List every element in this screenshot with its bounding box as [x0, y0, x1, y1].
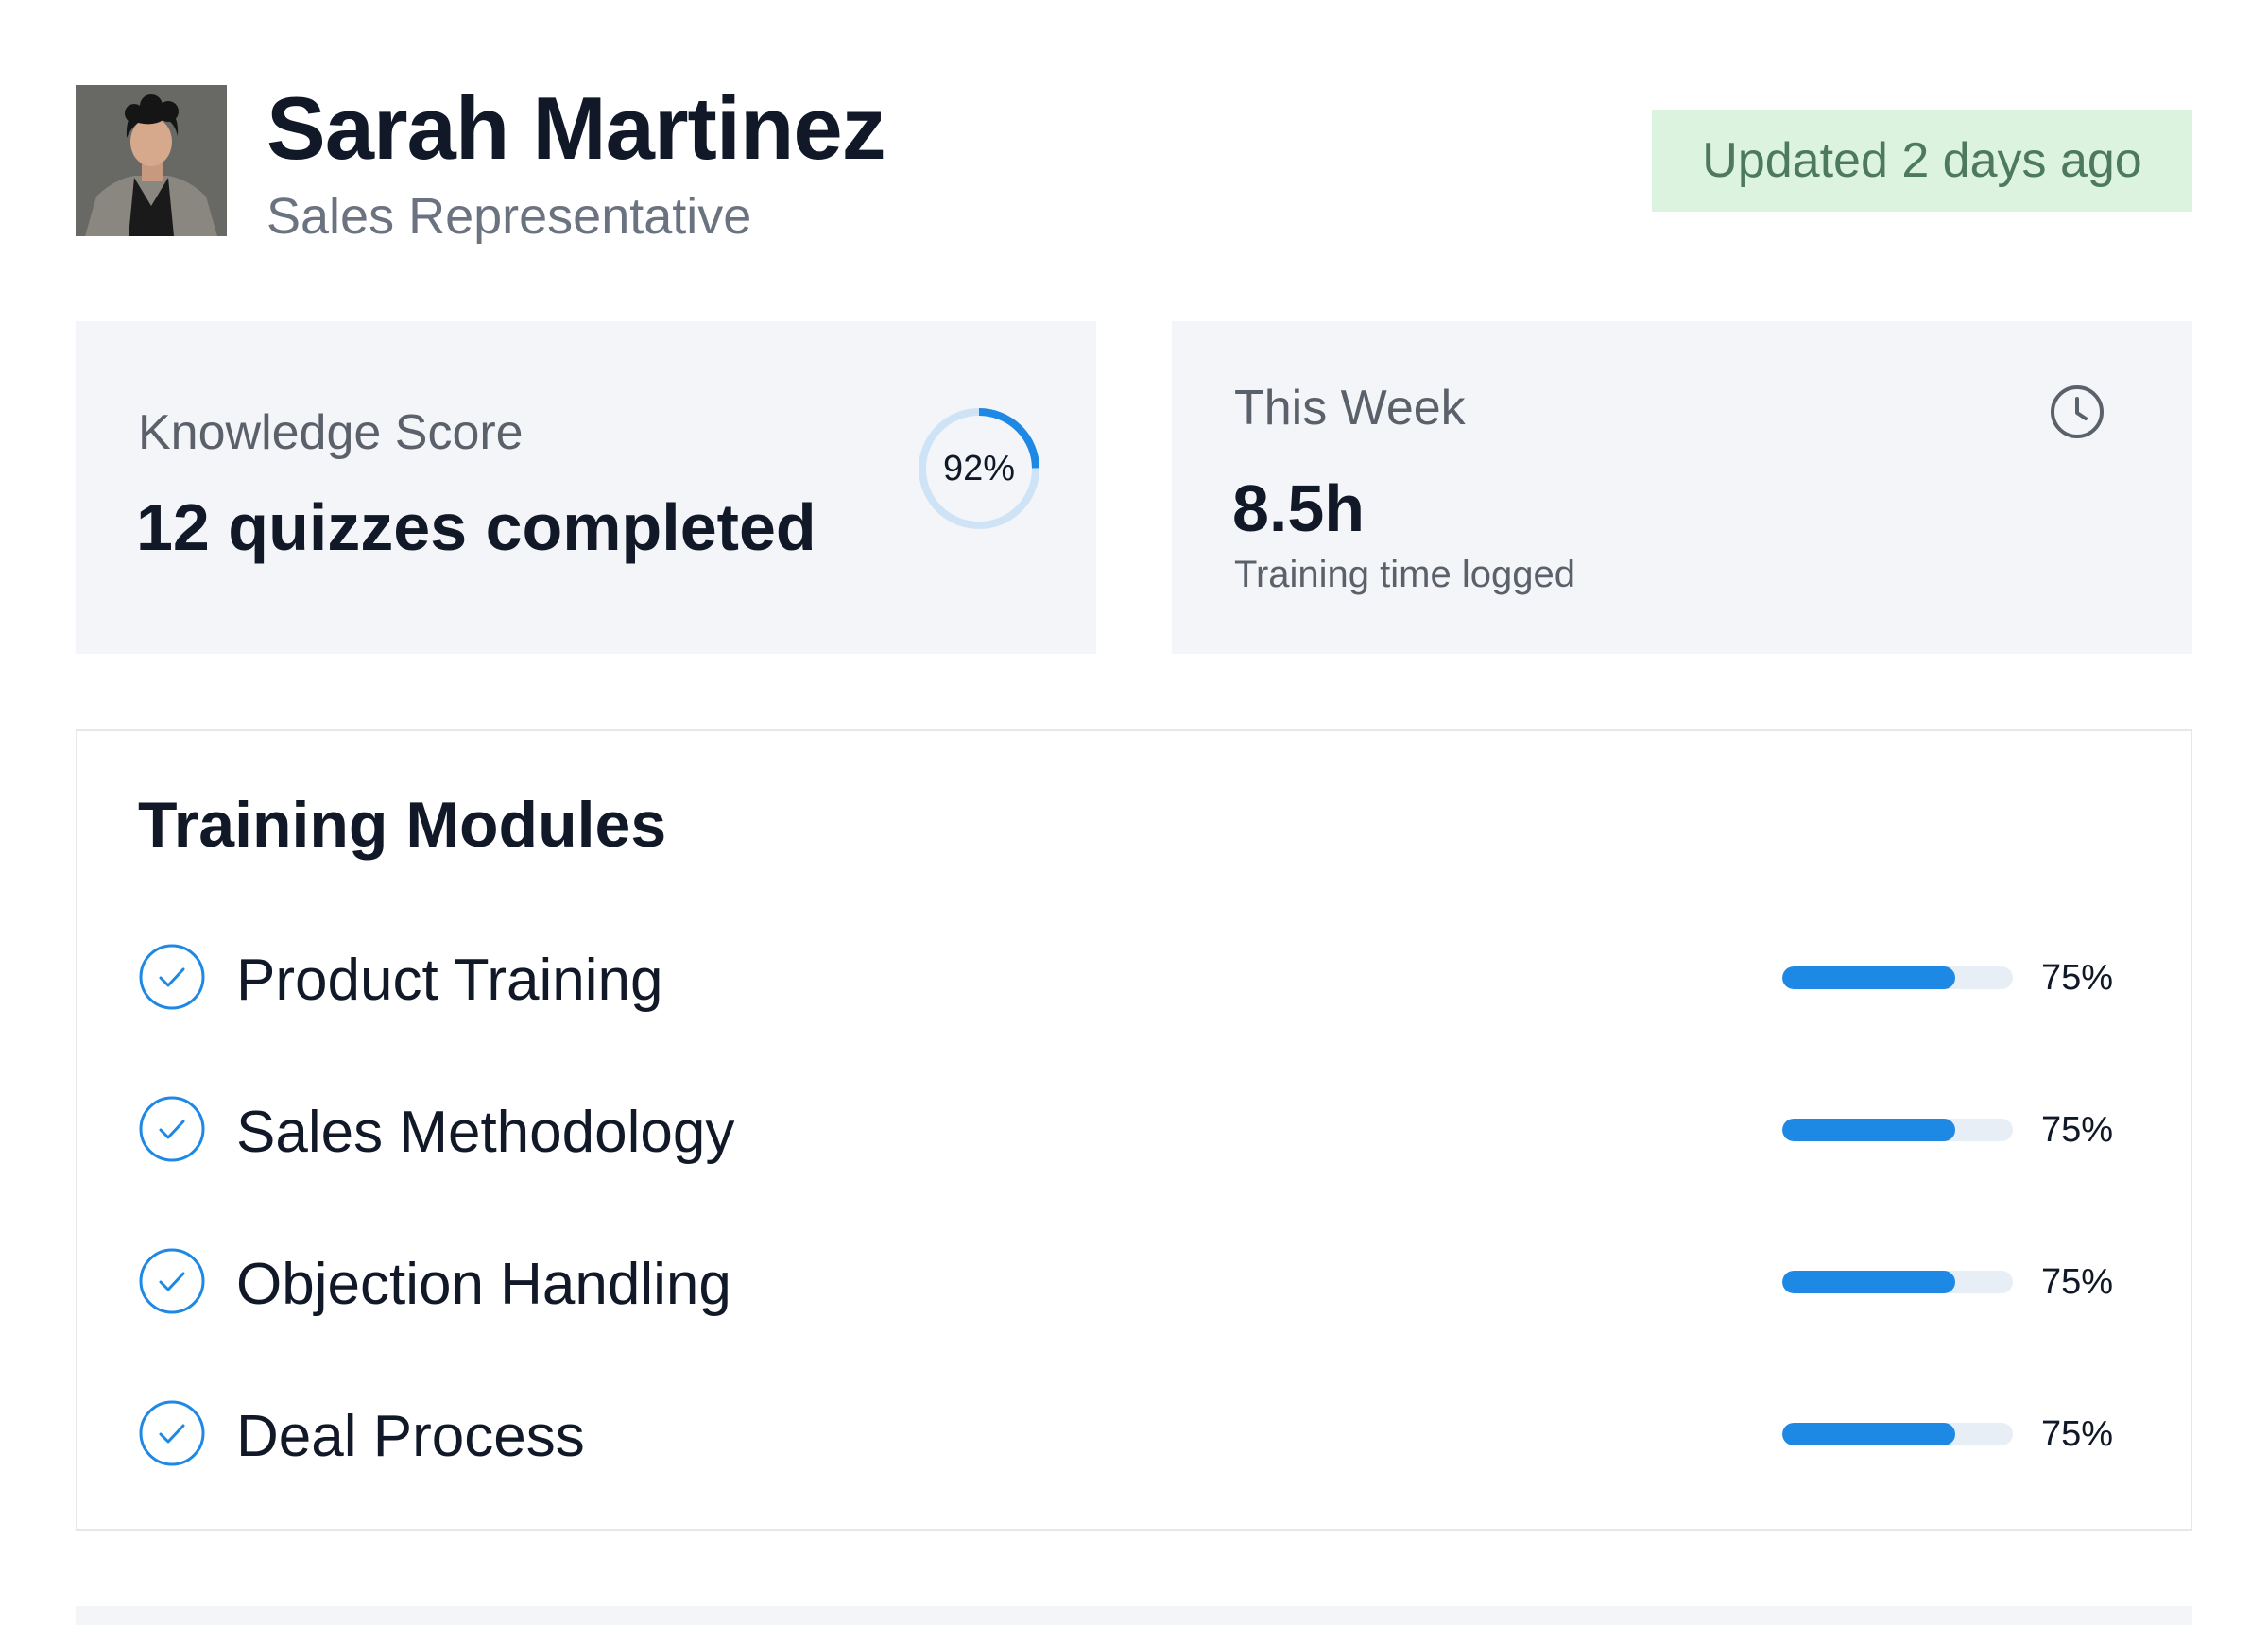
- module-row[interactable]: Product Training 75%: [138, 930, 2132, 1024]
- module-progress-bar: [1782, 1271, 2013, 1293]
- module-row[interactable]: Sales Methodology 75%: [138, 1082, 2132, 1176]
- quizzes-completed: 12 quizzes completed: [136, 490, 816, 564]
- training-modules-panel: Training Modules Product Training 75% Sale…: [76, 729, 2192, 1531]
- updated-badge: Updated 2 days ago: [1652, 110, 2192, 212]
- module-progress-fill: [1782, 1271, 1955, 1293]
- profile-name: Sarah Martinez: [266, 78, 886, 178]
- module-progress-fill: [1782, 1119, 1955, 1141]
- check-circle-icon: [138, 1247, 206, 1315]
- avatar: [76, 85, 227, 236]
- module-row[interactable]: Objection Handling 75%: [138, 1234, 2132, 1328]
- training-time-caption: Training time logged: [1234, 554, 1575, 595]
- module-progress-bar: [1782, 966, 2013, 989]
- module-name: Product Training: [236, 948, 663, 1013]
- knowledge-score-ring: 92%: [915, 404, 1043, 533]
- clock-icon: [2049, 384, 2105, 440]
- module-progress-bar: [1782, 1423, 2013, 1445]
- next-section-edge: [76, 1606, 2192, 1625]
- knowledge-score-label: Knowledge Score: [138, 405, 524, 460]
- module-progress-fill: [1782, 966, 1955, 989]
- this-week-card: This Week 8.5h Training time logged: [1172, 321, 2192, 654]
- module-progress-fill: [1782, 1423, 1955, 1445]
- this-week-label: This Week: [1234, 381, 1466, 436]
- training-modules-title: Training Modules: [138, 789, 667, 861]
- profile-header: Sarah Martinez Sales Representative Upda…: [76, 78, 2192, 274]
- module-progress-value: 75%: [2041, 1414, 2114, 1454]
- check-circle-icon: [138, 1095, 206, 1163]
- knowledge-score-value: 92%: [942, 449, 1016, 488]
- module-progress-value: 75%: [2041, 1110, 2114, 1150]
- check-circle-icon: [138, 1399, 206, 1467]
- profile-role: Sales Representative: [266, 188, 752, 245]
- module-name: Objection Handling: [236, 1252, 731, 1317]
- module-progress-value: 75%: [2041, 1262, 2114, 1302]
- check-circle-icon: [138, 943, 206, 1011]
- module-row[interactable]: Deal Process 75%: [138, 1386, 2132, 1480]
- module-progress-bar: [1782, 1119, 2013, 1141]
- module-name: Deal Process: [236, 1404, 585, 1469]
- training-time-value: 8.5h: [1232, 471, 1366, 545]
- module-progress-value: 75%: [2041, 958, 2114, 998]
- knowledge-score-card: Knowledge Score 12 quizzes completed 92%: [76, 321, 1096, 654]
- module-name: Sales Methodology: [236, 1100, 735, 1165]
